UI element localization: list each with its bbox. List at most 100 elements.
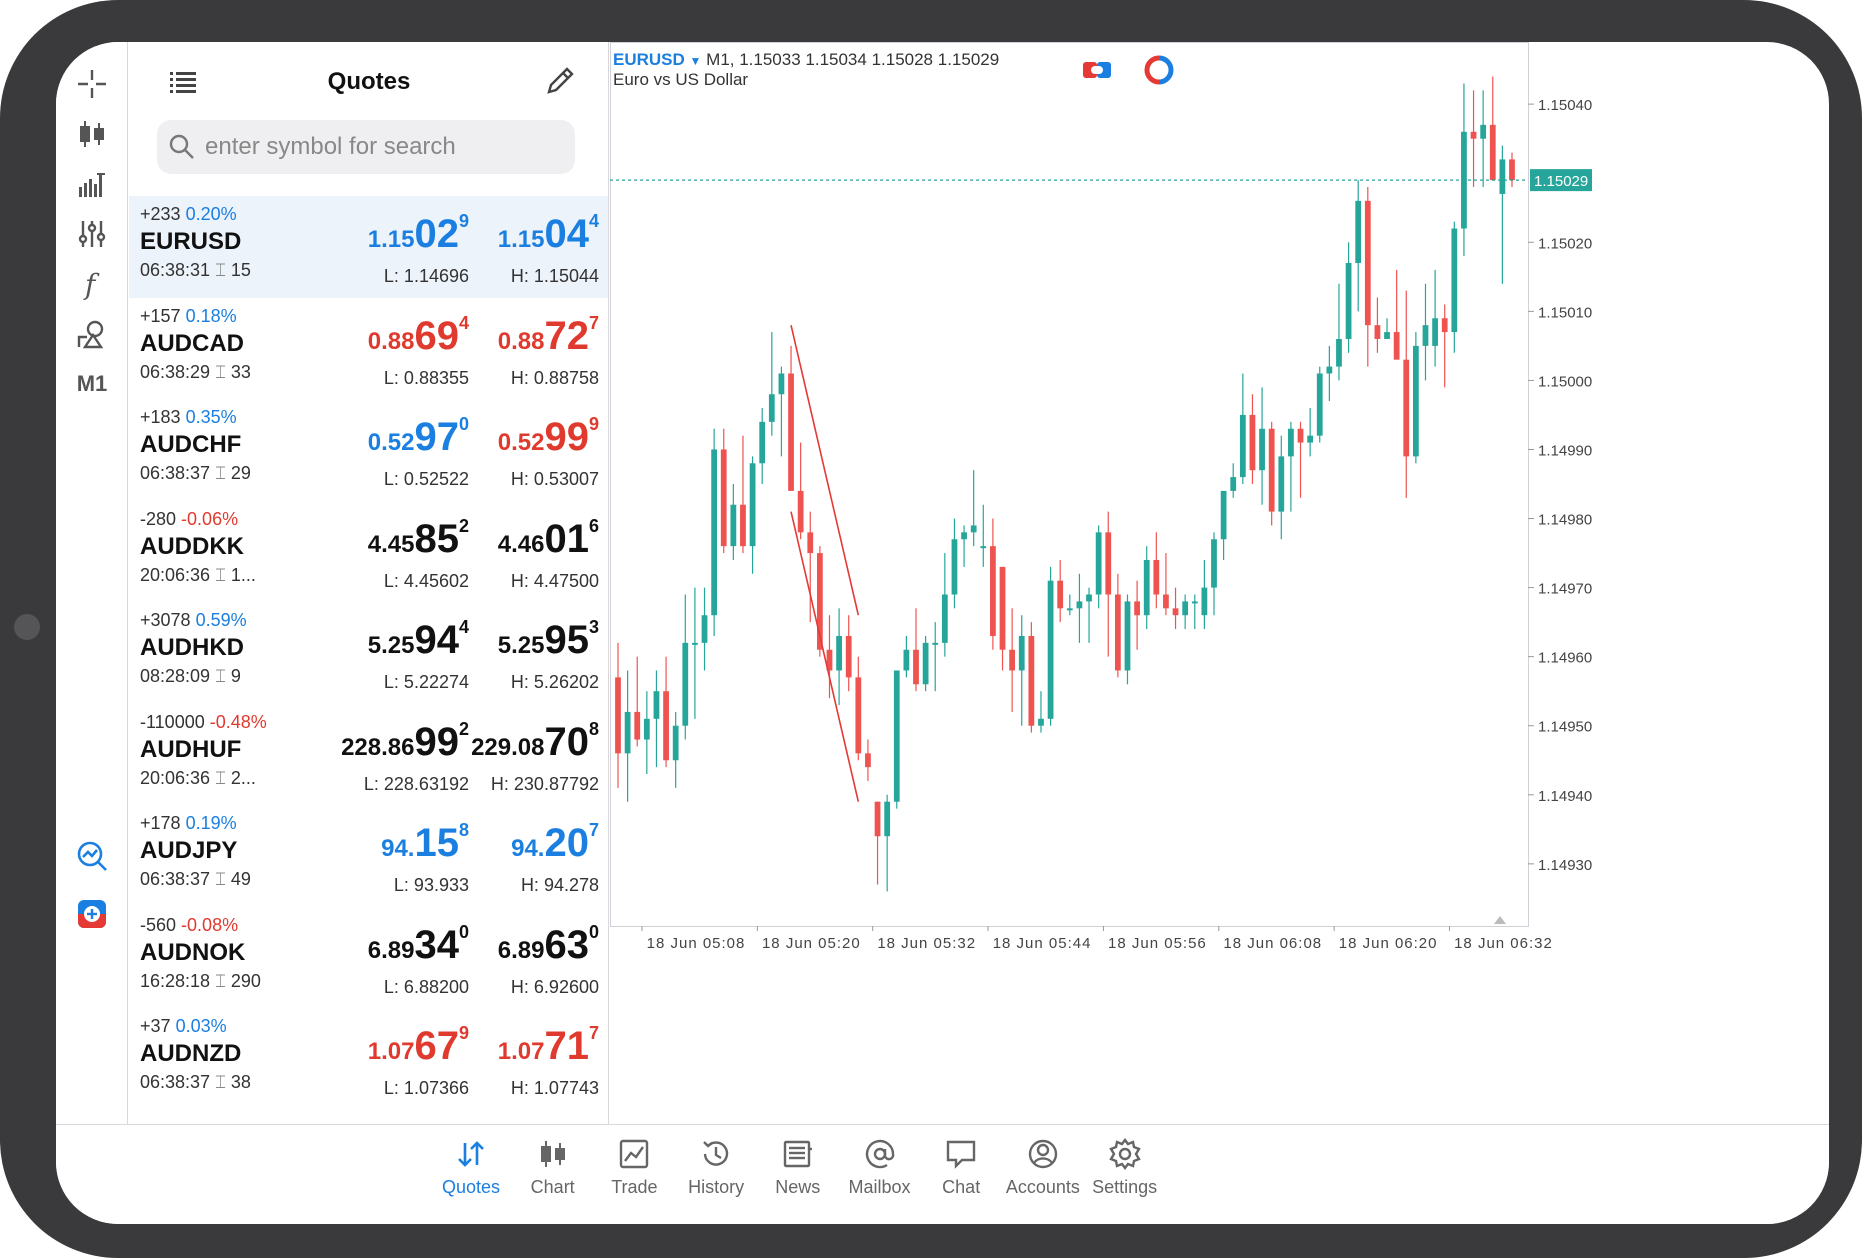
- symbol-name: AUDHUF: [140, 735, 242, 763]
- nav-accounts[interactable]: Accounts: [998, 1133, 1088, 1203]
- search-input[interactable]: [205, 133, 565, 161]
- price-change: +3078 0.59%: [140, 610, 247, 631]
- candle-body: [1230, 477, 1237, 491]
- ask-price[interactable]: 6.89630: [498, 923, 599, 965]
- depth-of-market-icon[interactable]: [1143, 54, 1175, 86]
- nav-history[interactable]: History: [671, 1133, 761, 1203]
- high-price: H: 5.26202: [510, 672, 599, 692]
- high-price: H: 0.53007: [510, 469, 599, 489]
- ask-price[interactable]: 5.25953: [497, 618, 599, 660]
- quotes-list: +233 0.20% EURUSD 06:38:31 ⌶ 15 1.15029 1.15…: [129, 196, 608, 1110]
- price-prefix: 5.25: [497, 632, 545, 659]
- low-price: L: 0.52522: [383, 469, 469, 489]
- one-click-trading-icon[interactable]: [1081, 54, 1113, 86]
- function-icon[interactable]: f: [64, 258, 120, 310]
- change-points: -110000: [140, 711, 205, 732]
- price-pips: 99: [544, 415, 589, 459]
- candle-body: [1489, 124, 1496, 181]
- search-icon: [167, 132, 197, 162]
- quote-row-audnok[interactable]: -560 -0.08% AUDNOK 16:28:18 ⌶ 290 6.89340 6.…: [129, 907, 608, 1009]
- change-points: +3078: [140, 610, 191, 630]
- bid-price[interactable]: 4.45852: [368, 515, 469, 561]
- edit-pencil-icon[interactable]: [543, 64, 577, 98]
- ask-price[interactable]: 1.15044: [498, 211, 599, 256]
- nav-label: History: [688, 1177, 745, 1197]
- bid-price[interactable]: 1.07679: [368, 1024, 469, 1066]
- nav-quotes[interactable]: Quotes: [426, 1133, 516, 1203]
- price-fraction: 2: [458, 515, 469, 536]
- quote-row-auddkk[interactable]: -280 -0.06% AUDDKK 20:06:36 ⌶ 1... 4.45852 4…: [129, 501, 608, 603]
- change-points: +183: [140, 407, 181, 427]
- y-tick-label: 1.14930: [1538, 857, 1592, 874]
- nav-chart[interactable]: Chart: [508, 1133, 598, 1203]
- nav-trade[interactable]: Trade: [589, 1133, 679, 1203]
- chart-candles-icon: [508, 1137, 598, 1171]
- bid-price[interactable]: 228.86992: [341, 719, 469, 764]
- chart-analytics-icon[interactable]: [64, 830, 120, 882]
- price-prefix: 94.: [381, 835, 415, 862]
- ask-price[interactable]: 0.52999: [498, 415, 599, 459]
- add-chart-icon[interactable]: [64, 888, 120, 940]
- quote-row-audnzd[interactable]: +37 0.03% AUDNZD 06:38:37 ⌶ 38 1.07679 1.077…: [129, 1008, 608, 1110]
- candle-body: [615, 677, 621, 754]
- high-price: H: 230.87792: [490, 773, 599, 794]
- quote-row-eurusd[interactable]: +233 0.20% EURUSD 06:38:31 ⌶ 15 1.15029 1.15…: [129, 196, 608, 298]
- candle-body: [711, 449, 718, 616]
- candlestick-chart[interactable]: 1.15040 1.15020 1.15010 1.15000 1.14990 1.149…: [610, 42, 1829, 1124]
- price-pips: 85: [414, 516, 459, 561]
- objects-icon[interactable]: [64, 308, 120, 360]
- candle-body: [961, 532, 967, 540]
- price-pips: 99: [414, 719, 459, 764]
- candles-icon[interactable]: [64, 108, 120, 160]
- quote-row-audhuf[interactable]: -110000 -0.48% AUDHUF 20:06:36 ⌶ 2... 228.8…: [129, 704, 608, 806]
- settings-sliders-icon[interactable]: [64, 208, 120, 260]
- spread-value: 1...: [230, 564, 256, 585]
- bid-price[interactable]: 0.52970: [368, 415, 469, 457]
- nav-mailbox[interactable]: Mailbox: [835, 1133, 925, 1203]
- quote-time: 06:38:37 ⌶ 38: [140, 1072, 251, 1093]
- chart-symbol-header: EURUSD ▼ M1, 1.15033 1.15034 1.15028 1.1…: [613, 50, 999, 70]
- price-pips: 01: [544, 516, 589, 561]
- timeframe-button[interactable]: M1: [64, 358, 120, 410]
- ask-price[interactable]: 94.207: [511, 821, 599, 863]
- quote-row-audchf[interactable]: +183 0.35% AUDCHF 06:38:37 ⌶ 29 0.52970 0.52…: [129, 399, 608, 501]
- nav-settings[interactable]: Settings: [1080, 1133, 1170, 1203]
- bid-price[interactable]: 5.25944: [367, 618, 469, 660]
- price-fraction: 4: [588, 211, 599, 231]
- bid-price[interactable]: 0.88694: [368, 314, 469, 356]
- ask-price[interactable]: 4.46016: [498, 516, 599, 561]
- ask-price[interactable]: 229.08708: [471, 720, 599, 762]
- chat-icon: [916, 1137, 1006, 1171]
- time-value: 20:06:36: [140, 564, 211, 585]
- spread-icon: ⌶: [210, 1072, 231, 1092]
- candle-body: [1364, 200, 1371, 326]
- bid-price[interactable]: 1.15029: [368, 212, 469, 254]
- crosshair-icon[interactable]: [64, 58, 120, 110]
- ask-price[interactable]: 1.07717: [498, 1024, 599, 1066]
- candle-body: [1086, 594, 1092, 602]
- nav-news[interactable]: News: [753, 1133, 843, 1203]
- price-pips: 04: [544, 212, 589, 256]
- quote-row-audcad[interactable]: +157 0.18% AUDCAD 06:38:29 ⌶ 33 0.88694 0.88…: [129, 298, 608, 400]
- change-percent: -0.08%: [181, 914, 239, 935]
- nav-chat[interactable]: Chat: [916, 1133, 1006, 1203]
- chart-symbol[interactable]: EURUSD: [613, 50, 685, 69]
- symbol-name: EURUSD: [140, 228, 242, 255]
- bars-icon[interactable]: [64, 158, 120, 210]
- bid-price[interactable]: 94.158: [381, 821, 469, 863]
- price-change: -560 -0.08%: [140, 915, 238, 936]
- chart-area[interactable]: 1.15040 1.15020 1.15010 1.15000 1.14990 1.149…: [610, 42, 1829, 1124]
- price-prefix: 5.25: [367, 632, 415, 659]
- spread-value: 15: [230, 260, 251, 280]
- bid-price[interactable]: 6.89340: [368, 921, 469, 965]
- ask-price[interactable]: 0.88727: [498, 314, 599, 356]
- search-box[interactable]: [157, 120, 575, 174]
- candle-body: [740, 504, 746, 547]
- candle-body: [1143, 559, 1150, 616]
- quote-row-audhkd[interactable]: +3078 0.59% AUDHKD 08:28:09 ⌶ 9 5.25944 5.25…: [129, 602, 608, 704]
- candle-body: [692, 642, 698, 645]
- change-points: +178: [140, 813, 181, 833]
- quote-row-audjpy[interactable]: +178 0.19% AUDJPY 06:38:37 ⌶ 49 94.158 94.20…: [129, 805, 608, 907]
- symbol-dropdown-icon[interactable]: ▼: [690, 54, 702, 68]
- price-fraction: 0: [458, 921, 469, 942]
